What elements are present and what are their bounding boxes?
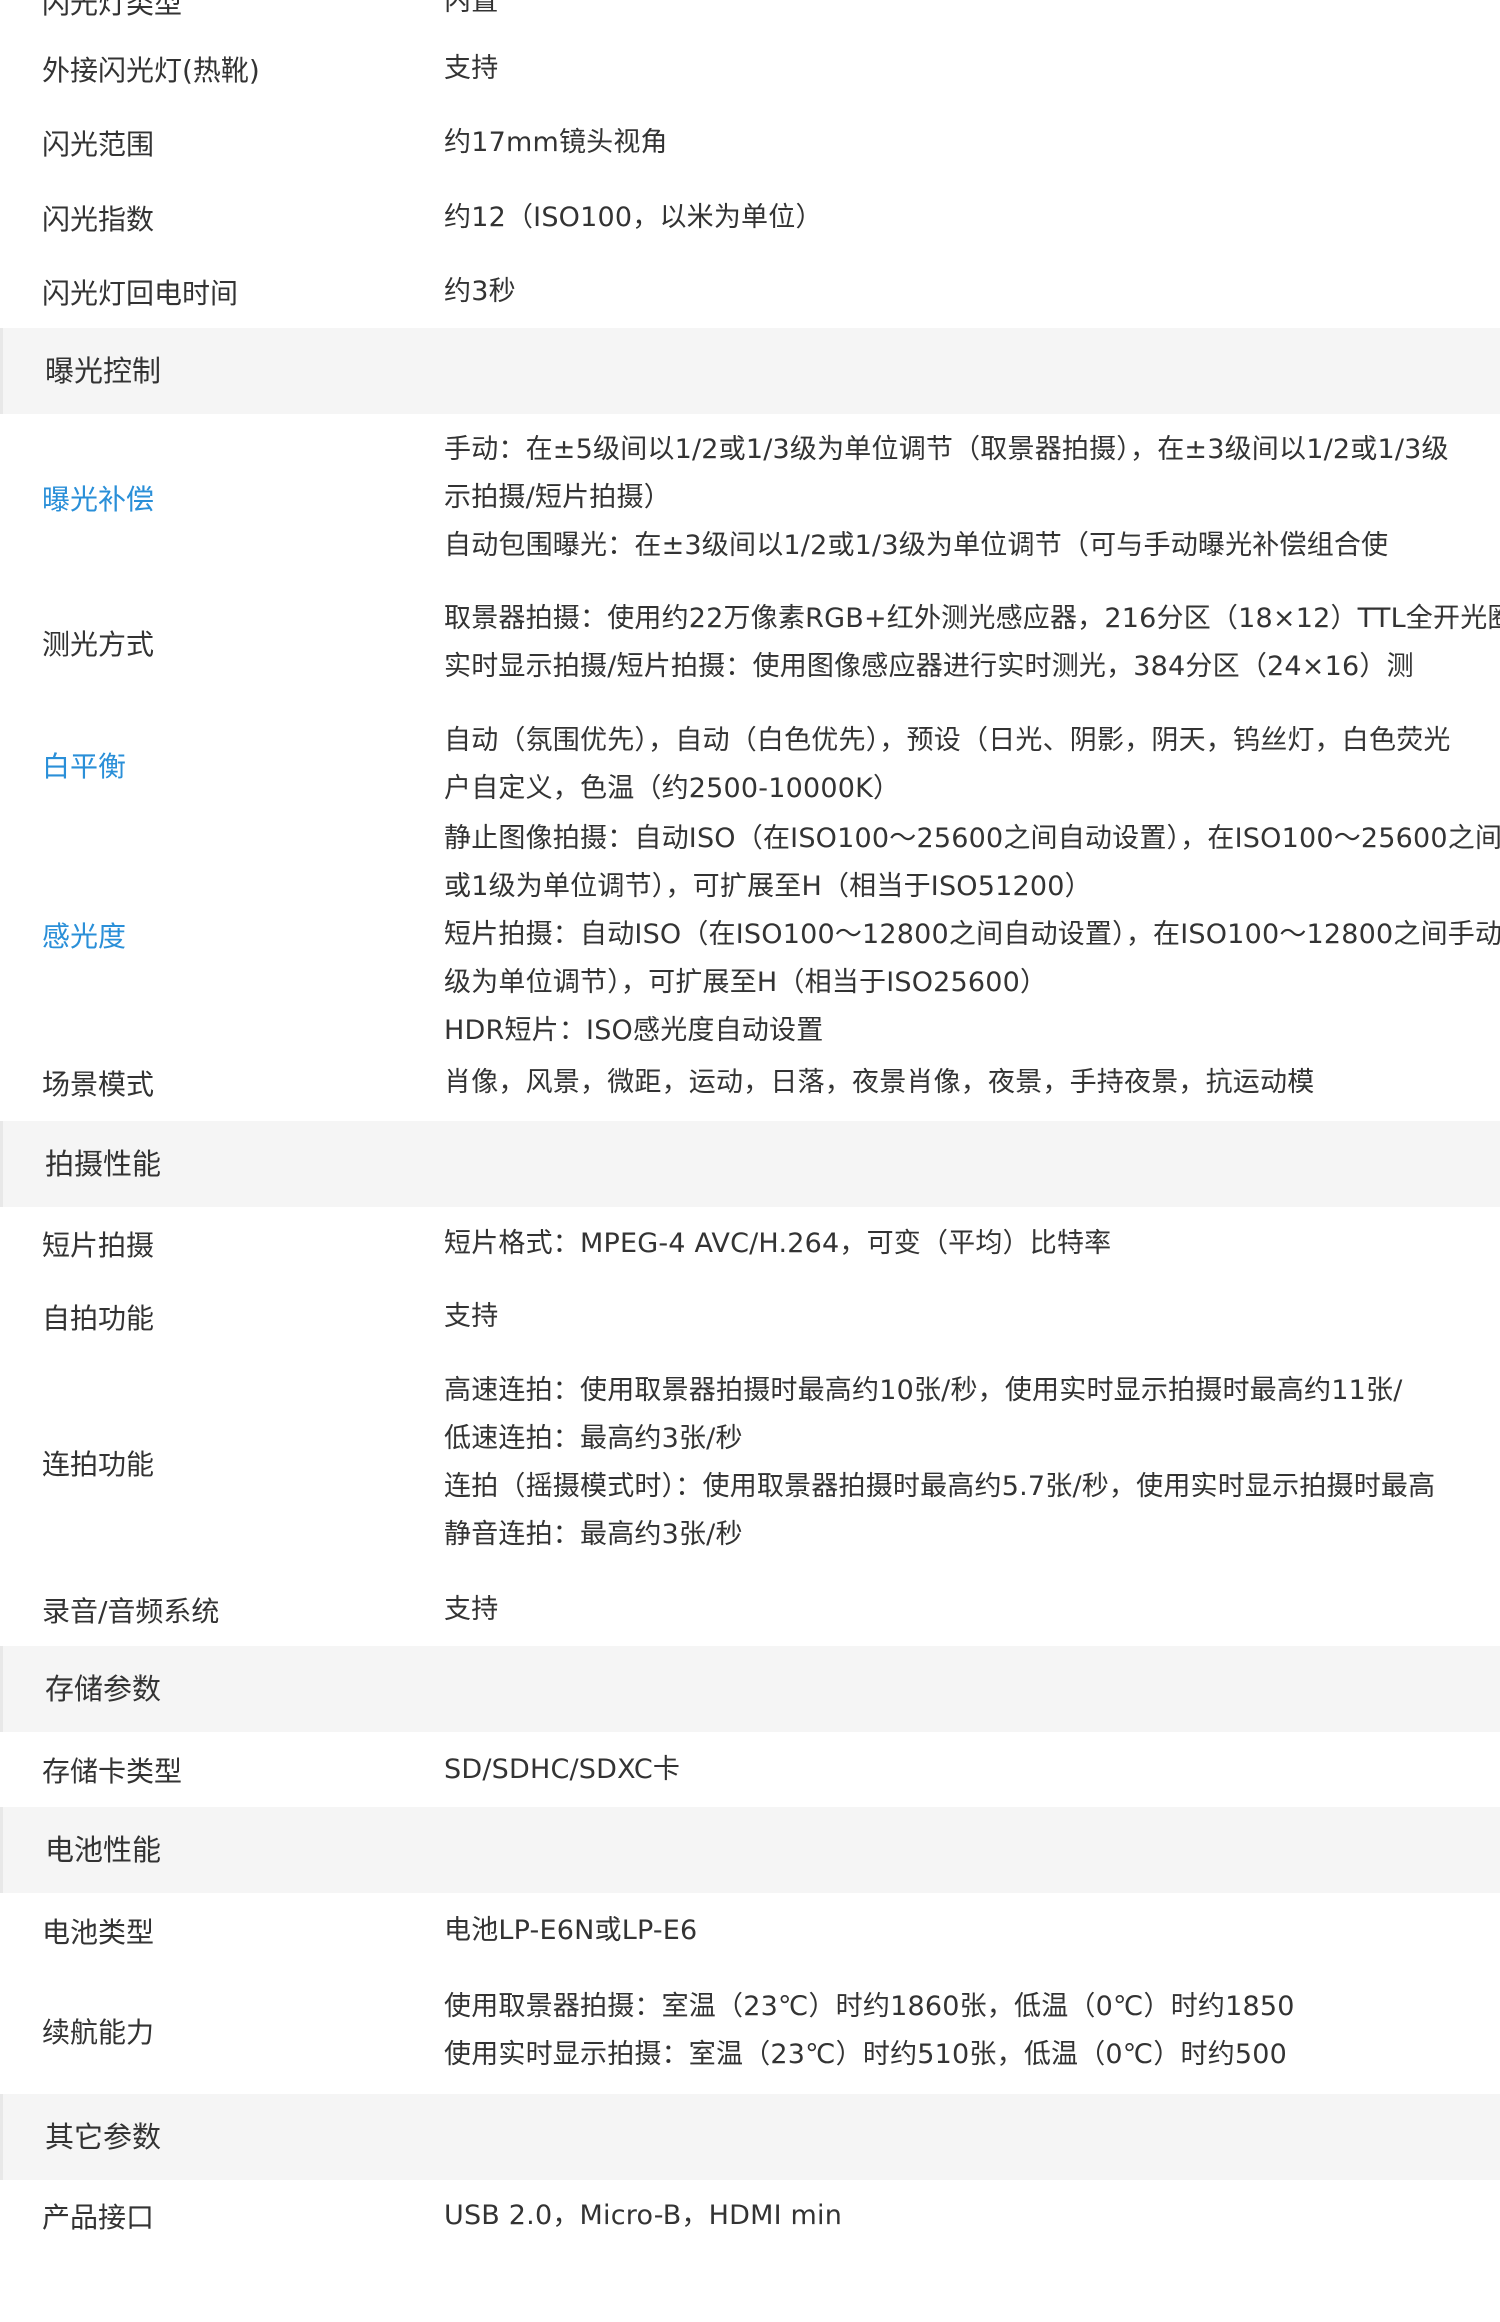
spec-value: 肖像，风景，微距，运动，日落，夜景肖像，夜景，手持夜景，抗运动模	[444, 1059, 1500, 1107]
spec-value-line: 自动包围曝光：在±3级间以1/2或1/3级为单位调节（可与手动曝光补偿组合使	[444, 530, 1389, 561]
spec-value-line: 支持	[444, 1593, 499, 1625]
spec-value: 约12（ISO100，以米为单位）	[444, 194, 1500, 242]
spec-row: 连拍功能 高速连拍：使用取景器拍摄时最高约10张/秒，使用实时显示拍摄时最高约11…	[0, 1353, 1500, 1573]
spec-value: 短片格式：MPEG-4 AVC/H.264，可变（平均）比特率	[444, 1220, 1500, 1268]
spec-label: 测光方式	[42, 628, 155, 661]
spec-label-link[interactable]: 曝光补偿	[42, 478, 154, 518]
spec-row: 续航能力 使用取景器拍摄：室温（23℃）时约1860张，低温（0℃）时约1850 使…	[0, 1968, 1500, 2094]
spec-value: 支持	[444, 1293, 1500, 1341]
spec-label: 闪光灯类型	[42, 0, 183, 20]
section-title: 存储参数	[45, 1672, 162, 1706]
spec-value-line: 短片拍摄：自动ISO（在ISO100～12800之间自动设置），在ISO100～…	[444, 919, 1500, 950]
spec-row: 感光度 静止图像拍摄：自动ISO（在ISO100～25600之间自动设置），在IS…	[0, 823, 1500, 1046]
spec-label: 连拍功能	[42, 1448, 155, 1481]
spec-label: 闪光灯回电时间	[42, 276, 239, 310]
spec-table: 闪光灯类型 内置 外接闪光灯(热靴) 支持 闪光范围 约17mm镜头视角 闪光指数 约12（I…	[0, 0, 1500, 2251]
spec-row: 测光方式 取景器拍摄：使用约22万像素RGB+红外测光感应器，216分区（18×1…	[0, 582, 1500, 704]
spec-value-line: USB 2.0，Micro-B，HDMI min	[444, 2199, 843, 2231]
spec-row: 产品接口 USB 2.0，Micro-B，HDMI min	[0, 2180, 1500, 2251]
spec-value-line: 高速连拍：使用取景器拍摄时最高约10张/秒，使用实时显示拍摄时最高约11张/	[444, 1375, 1403, 1406]
spec-row: 存储卡类型 SD/SDHC/SDXC卡	[0, 1732, 1500, 1807]
spec-label: 外接闪光灯(热靴)	[42, 53, 260, 87]
spec-value-line: 或1级为单位调节），可扩展至H（相当于ISO51200）	[444, 871, 1092, 902]
section-header: 拍摄性能	[0, 1121, 1500, 1207]
spec-value-line: 支持	[444, 1300, 499, 1332]
spec-label: 续航能力	[42, 2016, 155, 2049]
section-title: 拍摄性能	[45, 1147, 162, 1181]
spec-label: 短片拍摄	[42, 1228, 155, 1262]
spec-value-line: 约17mm镜头视角	[444, 127, 668, 158]
spec-value-line: 取景器拍摄：使用约22万像素RGB+红外测光感应器，216分区（18×12）TT…	[444, 603, 1500, 634]
spec-value-line: SD/SDHC/SDXC卡	[444, 1753, 681, 1785]
spec-value: 约3秒	[444, 268, 1500, 316]
spec-value-line: 使用实时显示拍摄：室温（23℃）时约510张，低温（0℃）时约500	[444, 2039, 1288, 2070]
section-header: 其它参数	[0, 2094, 1500, 2180]
spec-value: 手动：在±5级间以1/2或1/3级为单位调节（取景器拍摄），在±3级间以1/2或…	[444, 426, 1500, 570]
section-header: 曝光控制	[0, 328, 1500, 414]
spec-value: 取景器拍摄：使用约22万像素RGB+红外测光感应器，216分区（18×12）TT…	[444, 595, 1500, 691]
spec-label-link[interactable]: 白平衡	[42, 745, 126, 785]
spec-row: 白平衡 自动（氛围优先），自动（白色优先），预设（日光、阴影，阴天，钨丝灯，白色荧…	[0, 704, 1500, 825]
spec-row: 自拍功能 支持	[0, 1280, 1500, 1353]
spec-label: 自拍功能	[42, 1301, 155, 1335]
section-header: 电池性能	[0, 1807, 1500, 1893]
spec-row: 电池类型 电池LP-E6N或LP-E6	[0, 1893, 1500, 1968]
spec-row: 曝光补偿 手动：在±5级间以1/2或1/3级为单位调节（取景器拍摄），在±3级间以…	[0, 414, 1500, 582]
spec-row: 闪光灯回电时间 约3秒	[0, 255, 1500, 328]
spec-row: 闪光范围 约17mm镜头视角	[0, 105, 1500, 181]
spec-value-line: 级为单位调节），可扩展至H（相当于ISO25600）	[444, 967, 1048, 998]
spec-value-line: 约12（ISO100，以米为单位）	[444, 202, 823, 233]
section-header: 存储参数	[0, 1646, 1500, 1732]
spec-label: 场景模式	[42, 1068, 155, 1101]
spec-value-line: 肖像，风景，微距，运动，日落，夜景肖像，夜景，手持夜景，抗运动模	[444, 1067, 1315, 1098]
spec-label: 录音/音频系统	[42, 1594, 220, 1628]
spec-label: 电池类型	[42, 1915, 155, 1949]
spec-value-line: 实时显示拍摄/短片拍摄：使用图像感应器进行实时测光，384分区（24×16）测	[444, 651, 1414, 682]
spec-value: 支持	[444, 45, 1500, 93]
spec-value-line: 短片格式：MPEG-4 AVC/H.264，可变（平均）比特率	[444, 1227, 1112, 1259]
spec-value: 内置	[444, 0, 1500, 26]
spec-row: 短片拍摄 短片格式：MPEG-4 AVC/H.264，可变（平均）比特率	[0, 1207, 1500, 1280]
spec-label: 产品接口	[42, 2200, 155, 2234]
spec-value-line: 静止图像拍摄：自动ISO（在ISO100～25600之间自动设置），在ISO10…	[444, 823, 1500, 854]
spec-value-line: 户自定义，色温（约2500-10000K）	[444, 772, 901, 804]
spec-row: 闪光灯类型 内置	[0, 0, 1500, 32]
spec-value: 自动（氛围优先），自动（白色优先），预设（日光、阴影，阴天，钨丝灯，白色荧光 户自…	[444, 717, 1500, 813]
spec-row: 外接闪光灯(热靴) 支持	[0, 32, 1500, 105]
spec-value-line: 自动（氛围优先），自动（白色优先），预设（日光、阴影，阴天，钨丝灯，白色荧光	[444, 724, 1451, 756]
spec-label: 闪光指数	[42, 203, 155, 236]
spec-value: SD/SDHC/SDXC卡	[444, 1746, 1500, 1794]
spec-value: 电池LP-E6N或LP-E6	[444, 1907, 1500, 1955]
spec-row: 闪光指数 约12（ISO100，以米为单位）	[0, 181, 1500, 255]
spec-value-line: 使用取景器拍摄：室温（23℃）时约1860张，低温（0℃）时约1850	[444, 1991, 1295, 2022]
spec-value-line: 连拍（摇摄模式时）：使用取景器拍摄时最高约5.7张/秒，使用实时显示拍摄时最高	[444, 1471, 1436, 1502]
spec-row: 场景模式 肖像，风景，微距，运动，日落，夜景肖像，夜景，手持夜景，抗运动模	[0, 1045, 1500, 1121]
spec-value: 约17mm镜头视角	[444, 119, 1500, 167]
section-title: 电池性能	[45, 1833, 162, 1867]
spec-value-line: 约3秒	[444, 275, 516, 307]
spec-value: 高速连拍：使用取景器拍摄时最高约10张/秒，使用实时显示拍摄时最高约11张/低速…	[444, 1367, 1500, 1559]
section-title: 其它参数	[45, 2120, 162, 2154]
spec-value-line: 低速连拍：最高约3张/秒	[444, 1423, 743, 1454]
spec-value-line: 内置	[444, 0, 499, 17]
spec-value-line: 手动：在±5级间以1/2或1/3级为单位调节（取景器拍摄），在±3级间以1/2或…	[444, 434, 1449, 465]
spec-value-line: 支持	[444, 52, 499, 84]
spec-value: 使用取景器拍摄：室温（23℃）时约1860张，低温（0℃）时约1850 使用实时显…	[444, 1983, 1500, 2079]
spec-value: 支持	[444, 1586, 1500, 1634]
spec-value: 静止图像拍摄：自动ISO（在ISO100～25600之间自动设置），在ISO10…	[444, 815, 1500, 1055]
spec-value: USB 2.0，Micro-B，HDMI min	[444, 2192, 1500, 2240]
spec-label: 闪光范围	[42, 128, 155, 161]
spec-value-line: 电池LP-E6N或LP-E6	[444, 1914, 698, 1946]
spec-value-line: 示拍摄/短片拍摄）	[444, 482, 671, 513]
section-title: 曝光控制	[45, 354, 162, 388]
spec-label-link[interactable]: 感光度	[42, 915, 126, 955]
spec-value-line: 静音连拍：最高约3张/秒	[444, 1519, 743, 1550]
spec-row: 录音/音频系统 支持	[0, 1573, 1500, 1646]
spec-label: 存储卡类型	[42, 1754, 183, 1788]
